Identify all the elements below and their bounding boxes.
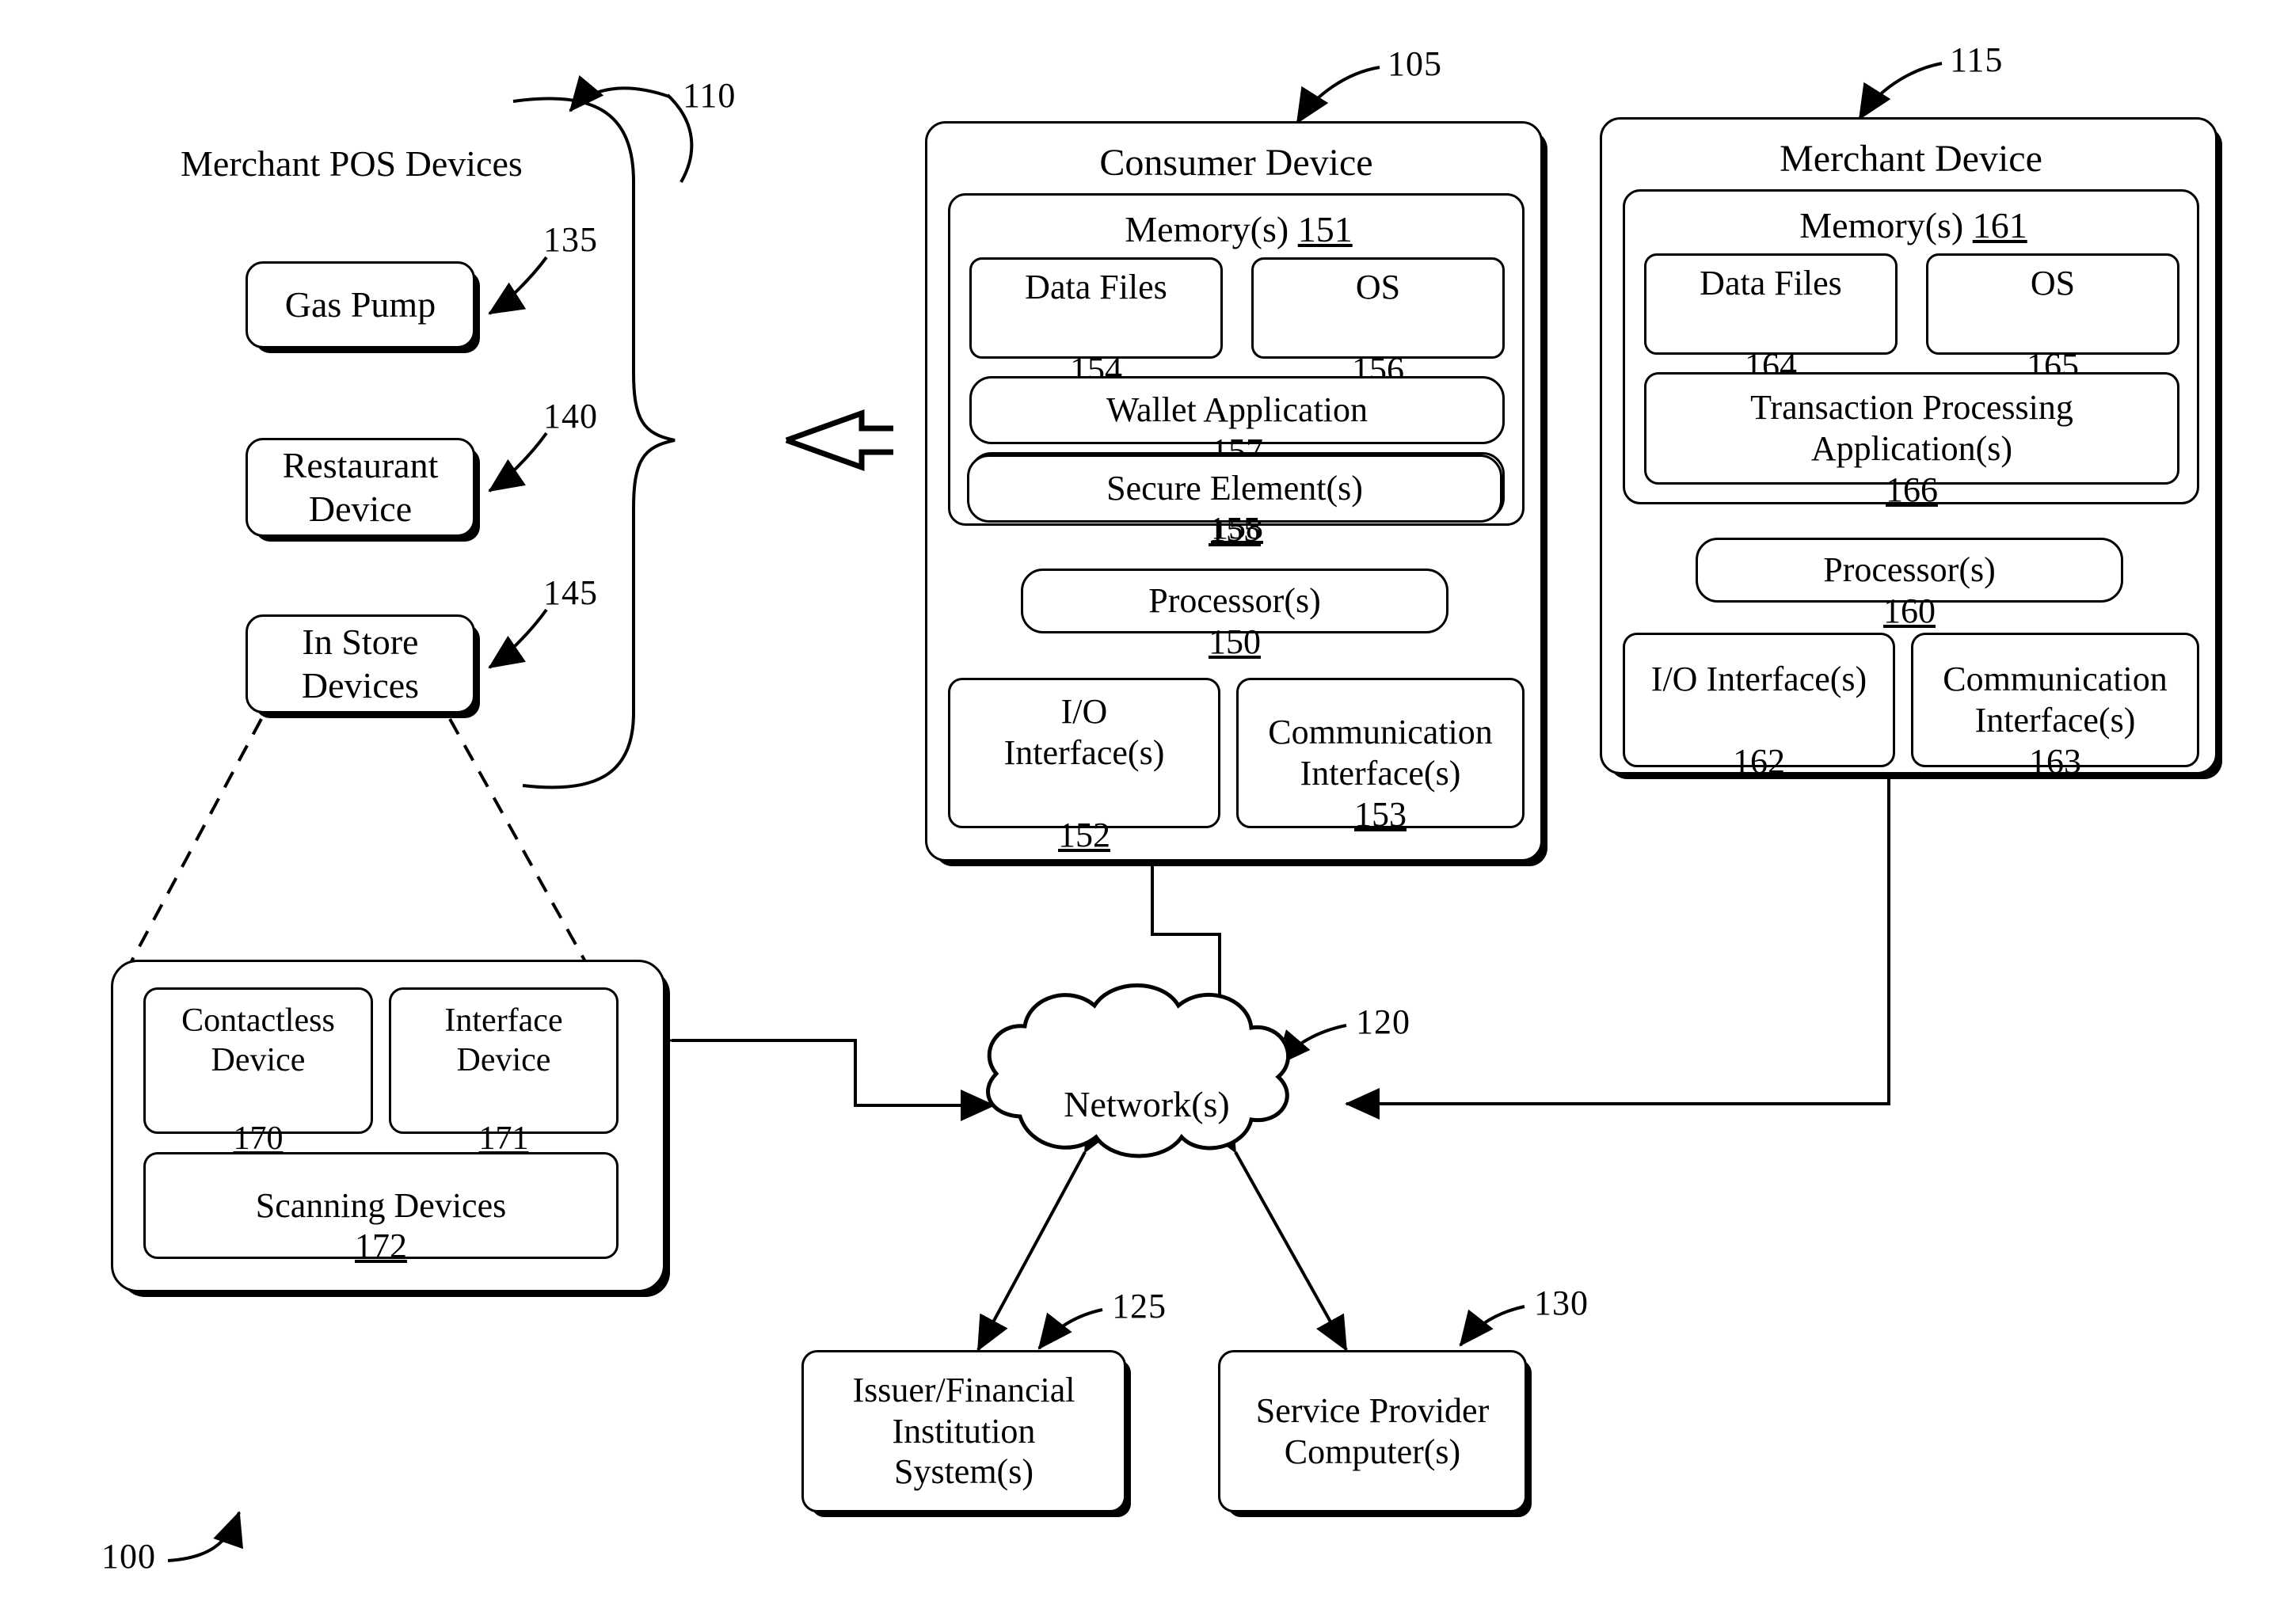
callout-145-leader (488, 608, 548, 669)
node-issuer-financial-institution[interactable]: Issuer/Financial Institution System(s) (801, 1350, 1126, 1512)
consumer-io-interface-ref: 152 (1057, 815, 1110, 854)
callout-135-leader (488, 256, 548, 315)
callout-105-leader (1296, 66, 1380, 124)
pos-group-brace (512, 97, 676, 789)
node-gas-pump[interactable]: Gas Pump (246, 261, 475, 348)
node-in-store-devices[interactable]: In Store Devices (246, 614, 475, 713)
consumer-memory-label: Memory(s) 151 (1125, 209, 1353, 249)
consumer-processor-ref: 150 (1208, 622, 1261, 661)
node-gas-pump-label: Gas Pump (284, 283, 436, 325)
link-network-serviceprovider (1205, 1115, 1348, 1352)
merchant-communication-interface-ref: 163 (2029, 741, 2081, 781)
merchant-processor-ref: 160 (1882, 591, 1936, 630)
merchant-device-title: Merchant Device (1780, 138, 2042, 180)
callout-130-leader (1459, 1305, 1525, 1347)
ref-100: 100 (101, 1537, 156, 1576)
consumer-device-container: Consumer Device Memory(s) 151 Data Files… (925, 121, 1543, 861)
block-arrow-left (785, 409, 893, 471)
consumer-memory-ref: 151 (1297, 209, 1353, 249)
merchant-device-container: Merchant Device Memory(s) 161 Data Files… (1600, 117, 2217, 781)
merchant-processor-label: Processor(s) 160 (1823, 550, 1996, 630)
merchant-memory-label: Memory(s) 161 (1799, 205, 2027, 245)
node-interface-device[interactable]: Interface Device 171 (389, 987, 619, 1157)
merchant-memory-ref: 161 (1972, 205, 2027, 245)
consumer-communication-interface-label: Communication Interface(s) 153 (1268, 713, 1493, 834)
node-scanning-devices-ref: 172 (355, 1227, 407, 1266)
node-contactless-device[interactable]: Contactless Device 170 (143, 987, 373, 1157)
merchant-os[interactable]: OS 165 (1926, 253, 2179, 385)
ref-110: 110 (683, 76, 737, 115)
consumer-device-title: Consumer Device (1099, 142, 1373, 184)
network-cloud-shape (986, 983, 1291, 1158)
merchant-transaction-processing[interactable]: Transaction Processing Application(s) 16… (1644, 372, 2179, 509)
node-in-store-devices-label: In Store Devices (301, 622, 420, 706)
consumer-data-files[interactable]: Data Files 154 (969, 257, 1223, 389)
consumer-processor[interactable]: Processor(s) 150 (1021, 569, 1448, 661)
ref-120: 120 (1356, 1002, 1410, 1041)
node-interface-device-label: Interface Device 171 (444, 1002, 563, 1157)
merchant-io-interface-label: I/O Interface(s) 162 (1650, 660, 1867, 781)
ref-140: 140 (543, 397, 598, 435)
callout-110-leader (569, 74, 694, 183)
ref-130: 130 (1534, 1284, 1589, 1322)
expansion-dashed-lines (129, 718, 588, 964)
ref-145: 145 (543, 573, 598, 612)
consumer-processor-label: Processor(s) 150 (1148, 581, 1321, 661)
consumer-secure-element-label: Secure Element(s) 155 (1106, 469, 1363, 549)
consumer-io-interface-label: I/O Interface(s) 152 (1003, 692, 1165, 854)
node-issuer-financial-institution-label: Issuer/Financial Institution System(s) (852, 1370, 1075, 1492)
consumer-io-interface[interactable]: I/O Interface(s) 152 (948, 678, 1220, 854)
node-scanning-devices[interactable]: Scanning Devices 172 (143, 1152, 619, 1265)
consumer-communication-interface[interactable]: Communication Interface(s) 153 (1236, 678, 1525, 834)
merchant-io-interface[interactable]: I/O Interface(s) 162 (1623, 633, 1895, 781)
callout-125-leader (1037, 1308, 1103, 1350)
merchant-data-files[interactable]: Data Files 164 (1644, 253, 1898, 385)
consumer-os[interactable]: OS 156 (1251, 257, 1505, 389)
link-consumer-network (1136, 826, 1235, 1055)
ref-125: 125 (1112, 1287, 1167, 1325)
in-store-detail-container: Contactless Device 170 Interface Device … (111, 960, 665, 1292)
ref-135: 135 (543, 220, 598, 259)
merchant-transaction-processing-label: Transaction Processing Application(s) 16… (1750, 388, 2073, 509)
merchant-pos-group-label: Merchant POS Devices (181, 143, 523, 184)
network-cloud-label[interactable]: Network(s) (1020, 1083, 1273, 1125)
callout-140-leader (488, 432, 548, 493)
link-network-issuer (976, 1115, 1115, 1352)
node-service-provider-computers[interactable]: Service Provider Computer(s) (1218, 1350, 1527, 1512)
ref-105: 105 (1388, 44, 1442, 83)
callout-100-leader (167, 1511, 243, 1562)
callout-115-leader (1858, 62, 1943, 120)
merchant-pos-group-label-text: Merchant POS Devices (181, 143, 523, 184)
patent-figure-canvas: Merchant POS Devices 110 135 140 145 105… (0, 0, 2284, 1624)
node-restaurant-device[interactable]: Restaurant Device (246, 438, 475, 537)
merchant-communication-interface[interactable]: Communication Interface(s) 163 (1911, 633, 2199, 781)
link-instore-network (638, 1025, 995, 1121)
merchant-io-interface-ref: 162 (1732, 741, 1785, 781)
consumer-communication-interface-ref: 153 (1354, 794, 1407, 834)
merchant-memory-container: Memory(s) 161 Data Files 164 OS 165 Tran… (1623, 189, 2199, 509)
callout-120-leader (1275, 1024, 1347, 1067)
node-service-provider-computers-label: Service Provider Computer(s) (1255, 1390, 1490, 1471)
consumer-secure-element[interactable]: Secure Element(s) 155 (967, 454, 1502, 549)
merchant-communication-interface-label: Communication Interface(s) 163 (1943, 660, 2168, 781)
ref-115: 115 (1950, 40, 2004, 79)
merchant-processor[interactable]: Processor(s) 160 (1696, 538, 2123, 630)
merchant-transaction-processing-ref: 166 (1885, 470, 1938, 509)
node-contactless-device-label: Contactless Device 170 (181, 1002, 335, 1157)
node-restaurant-device-label: Restaurant Device (282, 445, 439, 529)
node-scanning-devices-label: Scanning Devices 172 (255, 1185, 507, 1266)
